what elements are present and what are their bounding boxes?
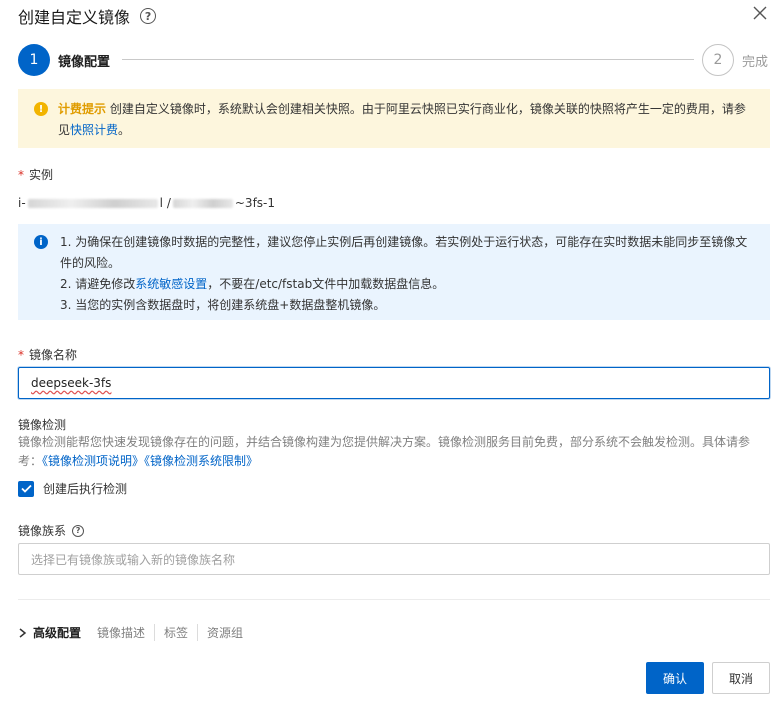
- instance-info-alert: i 1. 为确保在创建镜像时数据的完整性，建议您停止实例后再创建镜像。若实例处于…: [18, 224, 770, 320]
- step-1-label: 镜像配置: [58, 55, 111, 70]
- question-circle-icon[interactable]: ?: [140, 8, 157, 24]
- billing-warning-text: 创建自定义镜像时，系统默认会创建相关快照。由于阿里云快照已实行商业化，镜像关联的…: [58, 102, 746, 137]
- step-1-circle: 1: [18, 44, 50, 76]
- advanced-config-title: 高级配置: [33, 626, 82, 640]
- sensitive-settings-link[interactable]: 系统敏感设置: [135, 277, 207, 291]
- image-family-input[interactable]: 选择已有镜像族或输入新的镜像族名称: [18, 543, 770, 575]
- question-circle-icon[interactable]: ?: [72, 524, 85, 537]
- billing-warning-end: 。: [118, 123, 131, 137]
- chevron-right-icon[interactable]: [18, 627, 27, 638]
- advanced-config-row: 高级配置 镜像描述 标签 资源组: [18, 624, 252, 641]
- instance-suffix: ~3fs-1: [234, 196, 276, 210]
- check-items-doc-link[interactable]: 《镜像检测项说明》: [42, 454, 144, 468]
- instance-label: * 实例: [18, 168, 54, 182]
- divider: [18, 599, 770, 600]
- advanced-config-toggle[interactable]: 高级配置: [18, 624, 81, 641]
- cancel-button[interactable]: 取消: [712, 662, 770, 694]
- image-name-input[interactable]: deepseek-3fs: [18, 367, 770, 399]
- info-line-1: 1. 为确保在创建镜像时数据的完整性，建议您停止实例后再创建镜像。若实例处于运行…: [60, 235, 748, 270]
- create-custom-image-dialog: 创建自定义镜像 ? 1 镜像配置 2 完成 ! 计费提示 创建自定义镜像时，系统…: [0, 0, 783, 704]
- run-check-label: 创建后执行检测: [43, 482, 128, 496]
- warning-icon: !: [34, 102, 48, 116]
- step-2-label: 完成: [742, 55, 769, 70]
- redacted-text: [27, 198, 158, 208]
- snapshot-billing-link[interactable]: 快照计费: [70, 123, 118, 137]
- advanced-item-tags: 标签: [154, 624, 197, 641]
- confirm-button[interactable]: 确认: [646, 662, 704, 694]
- image-name-value: deepseek-3fs: [31, 376, 112, 390]
- advanced-item-resource-group: 资源组: [197, 624, 252, 641]
- required-mark: *: [18, 348, 24, 362]
- info-line-3: 3. 当您的实例含数据盘时，将创建系统盘+数据盘整机镜像。: [60, 298, 386, 312]
- checkmark-icon[interactable]: [18, 480, 34, 497]
- dialog-header: 创建自定义镜像 ?: [18, 4, 157, 28]
- info-line-2: 2. 请避免修改系统敏感设置，不要在/etc/fstab文件中加载数据盘信息。: [60, 277, 445, 291]
- steps-indicator: 1 镜像配置 2 完成: [18, 44, 770, 76]
- redacted-text: [172, 198, 233, 208]
- image-family-placeholder: 选择已有镜像族或输入新的镜像族名称: [31, 552, 236, 567]
- instance-value: i- l / ~3fs-1: [18, 196, 275, 210]
- image-check-description: 镜像检测能帮您快速发现镜像存在的问题，并结合镜像构建为您提供解决方案。镜像检测服…: [18, 435, 751, 468]
- step-connector: [122, 59, 694, 60]
- dialog-title: 创建自定义镜像: [18, 8, 131, 27]
- image-check-label: 镜像检测: [18, 418, 67, 432]
- image-name-label: * 镜像名称: [18, 348, 78, 362]
- run-check-checkbox[interactable]: 创建后执行检测: [18, 480, 127, 497]
- billing-warning-title: 计费提示: [58, 102, 107, 116]
- advanced-item-description: 镜像描述: [97, 626, 146, 640]
- image-family-label: 镜像族系 ?: [18, 522, 85, 539]
- check-limits-doc-link[interactable]: 《镜像检测系统限制》: [144, 454, 258, 468]
- close-icon[interactable]: [751, 4, 769, 22]
- billing-warning-alert: ! 计费提示 创建自定义镜像时，系统默认会创建相关快照。由于阿里云快照已实行商业…: [18, 89, 770, 148]
- info-icon: i: [34, 235, 48, 249]
- step-2-circle: 2: [702, 44, 734, 76]
- instance-separator: l /: [159, 196, 171, 210]
- instance-prefix: i-: [18, 196, 26, 210]
- required-mark: *: [18, 168, 24, 182]
